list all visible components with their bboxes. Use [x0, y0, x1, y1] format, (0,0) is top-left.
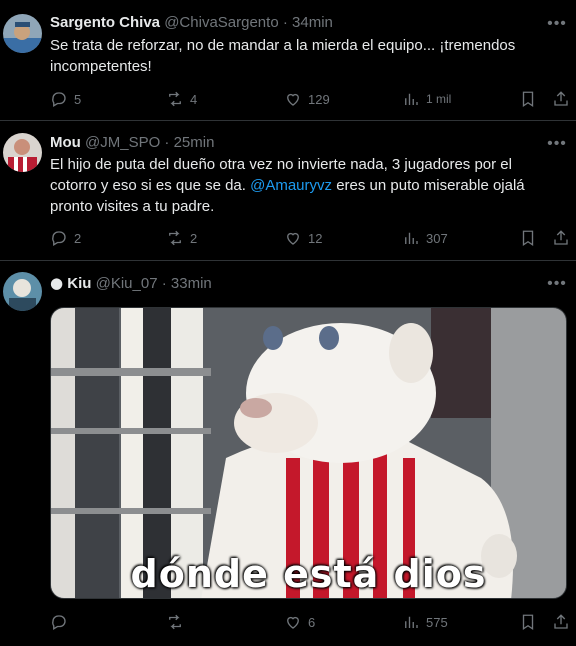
apple-icon: ● — [50, 274, 64, 292]
views-icon — [405, 93, 418, 105]
like-count: 12 — [308, 230, 323, 246]
retweet-count: 2 — [190, 230, 198, 246]
share-icon — [554, 614, 568, 629]
handle[interactable]: @JM_SPO — [85, 134, 160, 151]
views-button[interactable]: 575 — [402, 611, 448, 633]
bookmark-icon — [522, 614, 534, 631]
views-icon — [405, 616, 418, 628]
separator: · — [164, 134, 170, 151]
timestamp[interactable]: 25min — [174, 134, 215, 151]
more-icon[interactable]: ••• — [547, 15, 566, 33]
avatar[interactable] — [3, 133, 42, 172]
handle[interactable]: @Kiu_07 — [96, 275, 158, 292]
media-caption: dónde está dios — [130, 552, 487, 596]
heart-icon — [287, 616, 299, 629]
share-icon — [554, 230, 568, 245]
views-count: 307 — [426, 230, 448, 246]
like-button[interactable]: 129 — [284, 88, 330, 110]
like-button[interactable]: 12 — [284, 227, 322, 249]
views-button[interactable]: 307 — [402, 227, 448, 249]
bookmark-button[interactable] — [519, 611, 537, 633]
tweet-header: ● Kiu @Kiu_07 · 33min — [50, 274, 212, 292]
avatar[interactable] — [3, 14, 42, 53]
share-button[interactable] — [552, 611, 570, 633]
views-count: 1 mil — [426, 92, 452, 106]
tweet-header: Sargento Chiva @ChivaSargento · 34min — [50, 14, 333, 31]
share-button[interactable] — [552, 227, 570, 249]
share-button[interactable] — [552, 88, 570, 110]
like-count: 6 — [308, 614, 316, 630]
timestamp[interactable]: 33min — [171, 275, 212, 292]
more-icon[interactable]: ••• — [547, 275, 566, 293]
bookmark-button[interactable] — [519, 227, 537, 249]
tweet-sargento-chiva[interactable]: Sargento Chiva @ChivaSargento · 34min ••… — [0, 0, 576, 121]
display-name[interactable]: Sargento Chiva — [50, 14, 160, 31]
retweet-button[interactable]: 4 — [166, 88, 197, 110]
retweet-button[interactable]: 2 — [166, 227, 197, 249]
reply-icon — [52, 615, 66, 630]
reply-icon — [52, 231, 66, 246]
tweet-header: Mou @JM_SPO · 25min — [50, 134, 214, 151]
heart-icon — [287, 93, 299, 106]
separator: · — [282, 14, 288, 31]
tweet-actions: 5 4 129 1 mil — [50, 88, 568, 110]
reply-count: 2 — [74, 230, 82, 246]
separator: · — [161, 275, 167, 292]
reply-button[interactable]: 2 — [50, 227, 81, 249]
tweet-text: Se trata de reforzar, no de mandar a la … — [50, 37, 516, 75]
bookmark-icon — [522, 91, 534, 108]
retweet-count: 4 — [190, 91, 198, 107]
views-icon — [405, 232, 418, 244]
timestamp[interactable]: 34min — [292, 14, 333, 31]
more-icon[interactable]: ••• — [547, 135, 566, 153]
tweet-media[interactable]: dónde está dios — [50, 307, 567, 599]
like-count: 129 — [308, 91, 330, 107]
reply-button[interactable] — [50, 611, 74, 633]
heart-icon — [287, 232, 299, 245]
display-name[interactable]: Kiu — [67, 275, 91, 292]
mention-link[interactable]: @Amauryvz — [250, 177, 332, 194]
retweet-icon — [169, 614, 181, 630]
handle[interactable]: @ChivaSargento — [164, 14, 278, 31]
views-button[interactable]: 1 mil — [402, 88, 451, 110]
bookmark-button[interactable] — [519, 88, 537, 110]
retweet-icon — [169, 91, 181, 107]
tweet-actions: 2 2 12 307 — [50, 227, 568, 249]
share-icon — [554, 91, 568, 106]
reply-button[interactable]: 5 — [50, 88, 81, 110]
like-button[interactable]: 6 — [284, 611, 315, 633]
views-count: 575 — [426, 614, 448, 630]
avatar[interactable] — [3, 272, 42, 311]
tweet-text: El hijo de puta del dueño otra vez no in… — [50, 154, 560, 217]
reply-count: 5 — [74, 91, 82, 107]
retweet-button[interactable] — [166, 611, 190, 633]
bookmark-icon — [522, 230, 534, 247]
tweet-actions: 6 575 — [50, 611, 568, 633]
retweet-icon — [169, 230, 181, 246]
reply-icon — [52, 92, 66, 107]
display-name[interactable]: Mou — [50, 134, 81, 151]
tweet-mou[interactable]: Mou @JM_SPO · 25min ••• El hijo de puta … — [0, 121, 576, 261]
